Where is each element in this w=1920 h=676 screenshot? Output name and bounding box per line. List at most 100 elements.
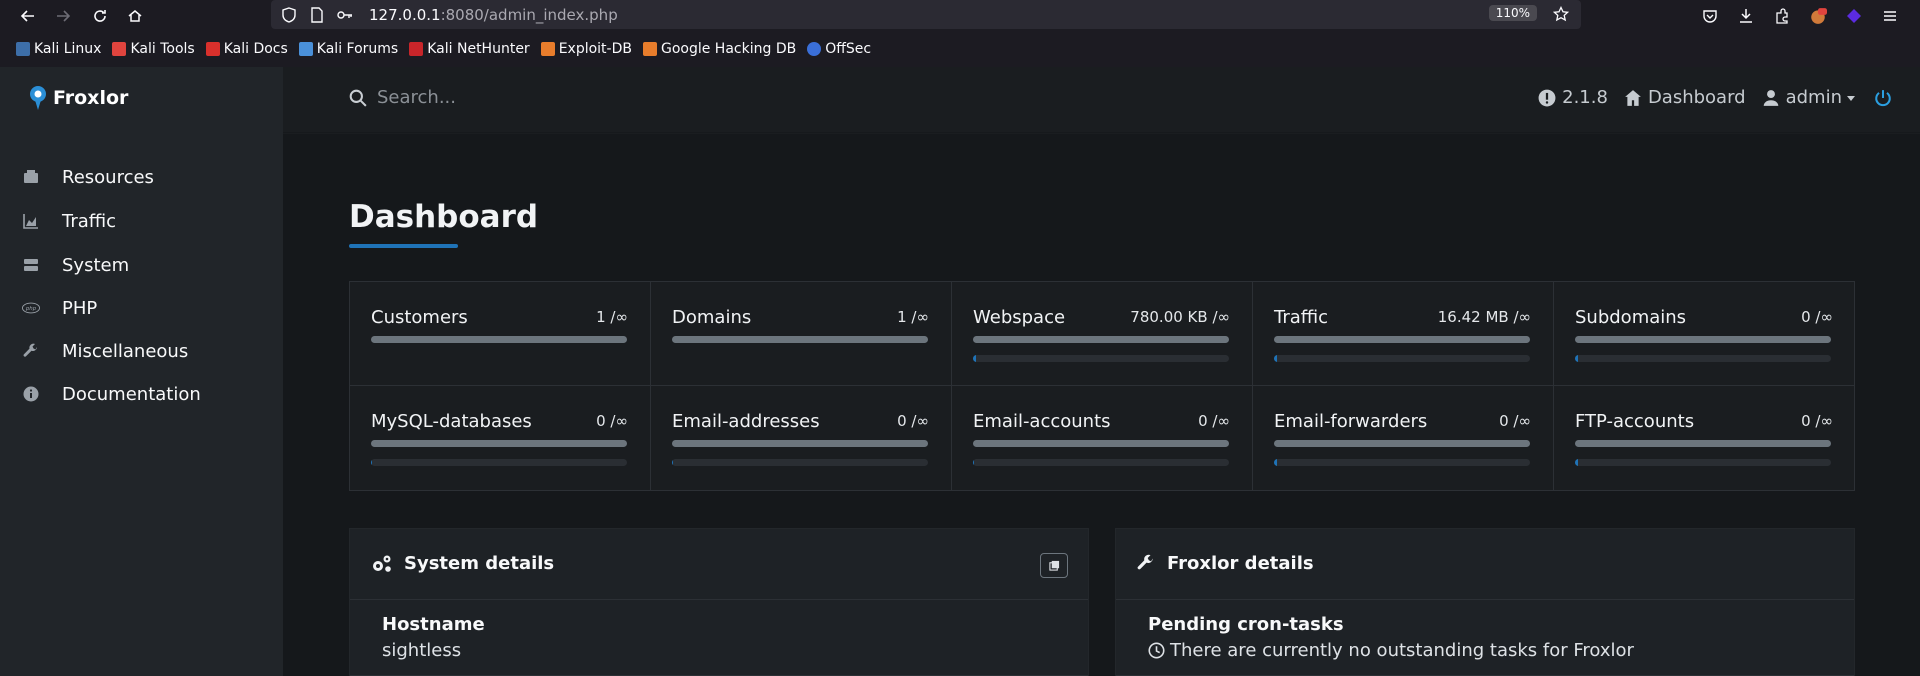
dashboard-link[interactable]: Dashboard bbox=[1624, 87, 1746, 108]
sidebar-item-miscellaneous[interactable]: Miscellaneous bbox=[0, 333, 283, 369]
stat-progress-bar bbox=[672, 336, 928, 343]
stat-usage-bar bbox=[973, 355, 1229, 362]
stat-cell: MySQL-databases 0 /∞ bbox=[350, 386, 651, 490]
sidebar-item-documentation[interactable]: Documentation bbox=[0, 376, 283, 412]
stat-cell: Email-addresses 0 /∞ bbox=[651, 386, 952, 490]
search-input[interactable]: Search... bbox=[377, 87, 456, 108]
stat-progress-bar bbox=[672, 440, 928, 447]
forward-button[interactable] bbox=[45, 0, 81, 31]
stat-usage-fill bbox=[1575, 459, 1578, 466]
stat-value: 780.00 KB /∞ bbox=[1130, 308, 1230, 326]
stat-value: 0 /∞ bbox=[1801, 412, 1833, 430]
sidebar-item-php[interactable]: php PHP bbox=[0, 290, 283, 326]
stat-progress-bar bbox=[1575, 440, 1831, 447]
info-circle-icon bbox=[22, 385, 40, 403]
php-icon: php bbox=[22, 299, 40, 317]
top-navbar: Search... 2.1.8 Dashboard admin bbox=[283, 67, 1920, 133]
bookmark-offsec[interactable]: OffSec bbox=[807, 41, 871, 57]
stat-value: 16.42 MB /∞ bbox=[1437, 308, 1531, 326]
froxlor-logo-icon bbox=[30, 86, 46, 110]
page-icon bbox=[309, 6, 325, 23]
copy-button[interactable] bbox=[1040, 553, 1068, 578]
zoom-level[interactable]: 110% bbox=[1488, 5, 1537, 21]
extensions-icon[interactable] bbox=[1772, 6, 1792, 26]
stat-usage-bar bbox=[1274, 355, 1530, 362]
froxlor-logo[interactable]: Froxlor bbox=[26, 85, 128, 111]
bookmark-kali-tools[interactable]: Kali Tools bbox=[112, 41, 195, 57]
download-icon[interactable] bbox=[1736, 6, 1756, 26]
stat-cell: Webspace 780.00 KB /∞ bbox=[952, 282, 1253, 386]
reload-button[interactable] bbox=[82, 0, 118, 31]
stat-cell: FTP-accounts 0 /∞ bbox=[1554, 386, 1855, 490]
bookmark-kali-nethunter[interactable]: Kali NetHunter bbox=[409, 41, 530, 57]
power-icon bbox=[1875, 89, 1891, 106]
arrow-right-icon bbox=[57, 9, 71, 22]
sidebar-item-system[interactable]: System bbox=[0, 247, 283, 283]
stat-progress-bar bbox=[371, 336, 627, 343]
stat-cell: Traffic 16.42 MB /∞ bbox=[1253, 282, 1554, 386]
copy-icon bbox=[1048, 560, 1059, 571]
extension-badge-icon[interactable] bbox=[1808, 6, 1828, 26]
stat-usage-fill bbox=[973, 355, 976, 362]
stat-progress-bar bbox=[973, 336, 1229, 343]
kali-tools-icon bbox=[112, 42, 127, 56]
user-icon bbox=[1763, 89, 1778, 106]
clock-icon bbox=[1148, 642, 1165, 659]
stat-label: Subdomains bbox=[1575, 307, 1687, 328]
stat-label: FTP-accounts bbox=[1575, 411, 1695, 432]
exploit-db-icon bbox=[540, 42, 555, 56]
shield-icon bbox=[281, 6, 297, 23]
home-icon bbox=[128, 9, 142, 22]
stat-value: 0 /∞ bbox=[596, 412, 628, 430]
stat-value: 1 /∞ bbox=[596, 308, 628, 326]
search-box[interactable]: Search... bbox=[349, 87, 456, 108]
home-button[interactable] bbox=[117, 0, 153, 31]
stat-value: 0 /∞ bbox=[1499, 412, 1531, 430]
url-bar[interactable]: 127.0.0.1:8080/admin_index.php 110% bbox=[271, 0, 1581, 29]
stat-label: Webspace bbox=[973, 307, 1066, 328]
menu-icon[interactable] bbox=[1880, 6, 1900, 26]
stat-usage-bar bbox=[672, 459, 928, 466]
search-icon bbox=[349, 89, 367, 107]
stat-label: MySQL-databases bbox=[371, 411, 532, 432]
bookmark-kali-forums[interactable]: Kali Forums bbox=[298, 41, 398, 57]
sidebar-item-resources[interactable]: Resources bbox=[0, 159, 283, 195]
vpn-extension-icon[interactable] bbox=[1844, 6, 1864, 26]
bookmark-google-hacking-db[interactable]: Google Hacking DB bbox=[642, 41, 796, 57]
stat-progress-bar bbox=[1575, 336, 1831, 343]
logout-button[interactable] bbox=[1874, 89, 1898, 107]
stat-value: 0 /∞ bbox=[1801, 308, 1833, 326]
back-button[interactable] bbox=[10, 0, 46, 31]
sidebar-item-traffic[interactable]: Traffic bbox=[0, 203, 283, 239]
bookmark-exploit-db[interactable]: Exploit-DB bbox=[540, 41, 632, 57]
stat-usage-bar bbox=[973, 459, 1229, 466]
stat-value: 0 /∞ bbox=[1198, 412, 1230, 430]
pocket-icon[interactable] bbox=[1700, 6, 1720, 26]
froxlor-details-card: Froxlor details Pending cron-tasks There… bbox=[1115, 528, 1855, 676]
arrow-left-icon bbox=[20, 9, 34, 22]
version-badge[interactable]: 2.1.8 bbox=[1538, 87, 1608, 108]
browser-toolbar: 127.0.0.1:8080/admin_index.php 110% bbox=[0, 0, 1920, 31]
bookmark-star-icon[interactable] bbox=[1552, 5, 1570, 22]
wrench-icon bbox=[1137, 554, 1159, 574]
stat-cell: Email-accounts 0 /∞ bbox=[952, 386, 1253, 490]
user-menu[interactable]: admin bbox=[1762, 87, 1856, 108]
hostname-label: Hostname bbox=[382, 614, 485, 635]
bookmark-kali-linux[interactable]: Kali Linux bbox=[16, 41, 101, 57]
stat-progress-bar bbox=[371, 440, 627, 447]
cogs-icon bbox=[371, 554, 393, 574]
system-details-card: System details Hostname sightless bbox=[349, 528, 1089, 676]
cubes-icon bbox=[22, 168, 40, 186]
nethunter-icon bbox=[409, 42, 424, 56]
stat-usage-bar bbox=[1575, 459, 1831, 466]
stats-grid: Customers 1 /∞ Domains 1 /∞ Webspace 780.00 K… bbox=[349, 281, 1855, 491]
stat-usage-fill bbox=[1575, 355, 1578, 362]
bookmark-kali-docs[interactable]: Kali Docs bbox=[205, 41, 288, 57]
stat-label: Email-addresses bbox=[672, 411, 820, 432]
area-chart-icon bbox=[22, 212, 40, 230]
kali-docs-icon bbox=[205, 42, 220, 56]
stat-label: Email-forwarders bbox=[1274, 411, 1428, 432]
wrench-icon bbox=[22, 342, 40, 360]
caret-down-icon bbox=[1847, 95, 1855, 101]
url-text: 127.0.0.1:8080/admin_index.php bbox=[369, 5, 618, 24]
